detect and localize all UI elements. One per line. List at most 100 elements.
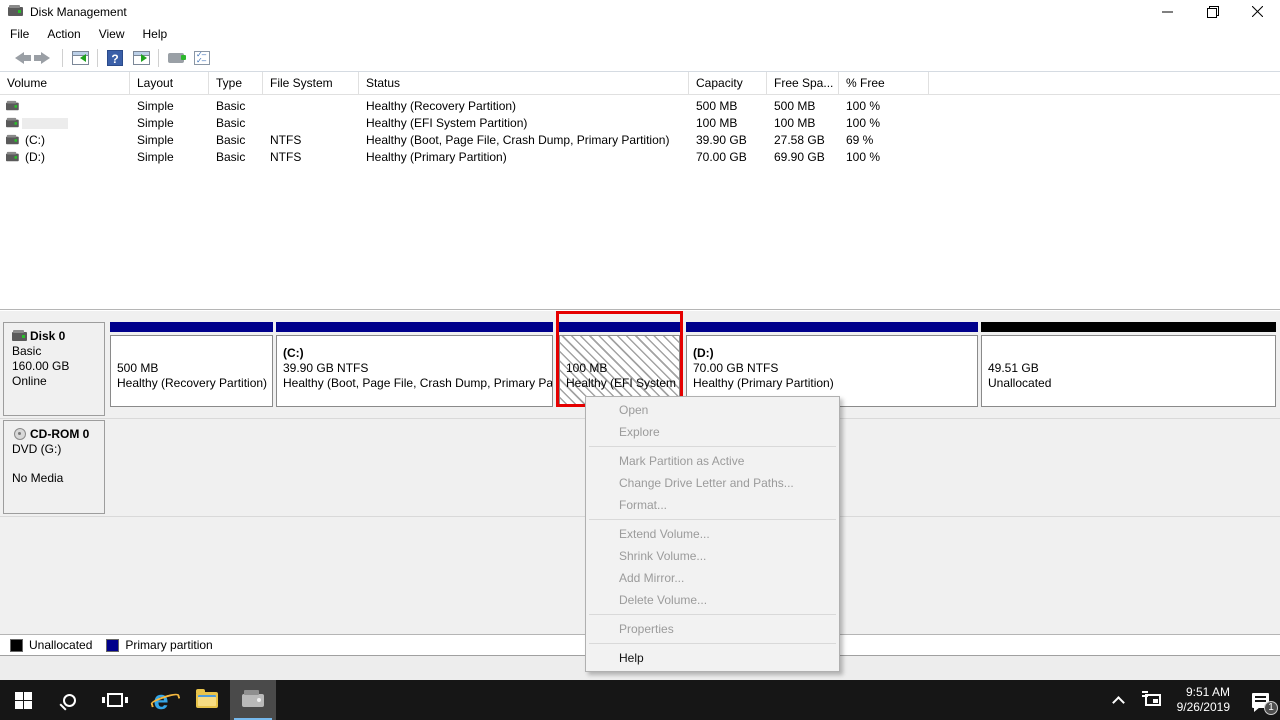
show-hidden-icons-chevron[interactable] [1112, 696, 1125, 709]
table-row[interactable]: Simple Basic Healthy (Recovery Partition… [0, 97, 1280, 114]
menu-item-open[interactable]: Open [586, 399, 839, 421]
menu-item-shrink-volume[interactable]: Shrink Volume... [586, 545, 839, 567]
partition-color-bar [981, 322, 1276, 332]
toolbar-separator [97, 49, 98, 67]
volume-name: (C:) [25, 133, 45, 147]
menu-file[interactable]: File [0, 23, 38, 45]
partition-unallocated[interactable]: 49.51 GB Unallocated [981, 322, 1276, 407]
partition-color-bar [559, 322, 680, 332]
legend-unallocated-label: Unallocated [29, 638, 92, 652]
disk-management-app-icon [8, 5, 23, 17]
properties-button[interactable] [190, 47, 214, 69]
disk0-status: Online [12, 375, 104, 388]
column-header-pctfree[interactable]: % Free [839, 72, 929, 95]
menu-item-help[interactable]: Help [586, 647, 839, 669]
column-header-type[interactable]: Type [209, 72, 263, 95]
menu-help[interactable]: Help [134, 23, 177, 45]
column-header-blank [929, 72, 1280, 95]
properties-icon [194, 51, 210, 65]
restore-button[interactable] [1190, 0, 1235, 23]
restore-icon [1207, 6, 1219, 18]
minimize-icon [1162, 6, 1173, 17]
cdrom-name: CD-ROM 0 [30, 427, 89, 441]
disk0-label-panel[interactable]: Disk 0 Basic 160.00 GB Online [3, 322, 105, 416]
menu-item-extend-volume[interactable]: Extend Volume... [586, 523, 839, 545]
help-button[interactable]: ? [103, 47, 127, 69]
show-console-tree-button[interactable] [68, 47, 92, 69]
clock-date: 9/26/2019 [1177, 700, 1230, 715]
menu-item-add-mirror[interactable]: Add Mirror... [586, 567, 839, 589]
column-header-volume[interactable]: Volume [0, 72, 130, 95]
system-tray: 9:51 AM 9/26/2019 1 [1102, 680, 1280, 720]
action-center-button[interactable]: 1 [1240, 680, 1280, 720]
cdrom-status: No Media [12, 472, 104, 485]
partition-d[interactable]: (D:) 70.00 GB NTFS Healthy (Primary Part… [686, 322, 978, 407]
volume-icon [6, 100, 19, 110]
clock-time: 9:51 AM [1177, 685, 1230, 700]
title-bar: Disk Management [0, 0, 1280, 23]
back-arrow-icon [15, 52, 24, 64]
partition-c[interactable]: (C:) 39.90 GB NTFS Healthy (Boot, Page F… [276, 322, 553, 407]
cdrom-label-panel[interactable]: CD-ROM 0 DVD (G:) No Media [3, 420, 105, 514]
show-action-pane-button[interactable] [129, 47, 153, 69]
table-row[interactable]: (D:) Simple Basic NTFS Healthy (Primary … [0, 148, 1280, 165]
network-icon[interactable] [1145, 694, 1161, 706]
disk-management-taskbar-button[interactable] [230, 680, 276, 720]
legend-primary-swatch [106, 639, 119, 652]
menu-action[interactable]: Action [38, 23, 89, 45]
cdrom-icon [12, 428, 28, 440]
file-explorer-button[interactable] [184, 680, 230, 720]
menu-view[interactable]: View [90, 23, 134, 45]
disk0-type: Basic [12, 345, 104, 358]
disk-tool-icon [168, 53, 184, 63]
column-header-capacity[interactable]: Capacity [689, 72, 767, 95]
taskbar-clock[interactable]: 9:51 AM 9/26/2019 [1171, 685, 1240, 715]
partition-context-menu: Open Explore Mark Partition as Active Ch… [585, 396, 840, 672]
menu-separator [589, 446, 836, 447]
partition-efi-selected[interactable]: 100 MB Healthy (EFI System [559, 322, 680, 407]
volume-icon [6, 117, 19, 127]
search-icon [63, 694, 76, 707]
column-header-filesystem[interactable]: File System [263, 72, 359, 95]
partition-recovery[interactable]: 500 MB Healthy (Recovery Partition) [110, 322, 273, 407]
disk-icon [12, 330, 27, 342]
toolbar-separator [158, 49, 159, 67]
menu-bar: File Action View Help [0, 23, 1280, 45]
legend-primary-label: Primary partition [125, 638, 212, 652]
close-button[interactable] [1235, 0, 1280, 23]
menu-item-change-drive-letter[interactable]: Change Drive Letter and Paths... [586, 472, 839, 494]
taskbar-search-button[interactable] [46, 680, 92, 720]
menu-item-properties[interactable]: Properties [586, 618, 839, 640]
minimize-button[interactable] [1145, 0, 1190, 23]
disk-management-icon [242, 694, 264, 707]
menu-item-format[interactable]: Format... [586, 494, 839, 516]
column-header-status[interactable]: Status [359, 72, 689, 95]
disk0-name: Disk 0 [30, 329, 65, 343]
table-row-selected[interactable]: Simple Basic Healthy (EFI System Partiti… [0, 114, 1280, 131]
volume-name: (D:) [25, 150, 45, 164]
taskbar: e 9:51 AM 9/26/2019 1 [0, 680, 1280, 720]
back-button[interactable] [7, 47, 31, 69]
start-button[interactable] [0, 680, 46, 720]
task-view-button[interactable] [92, 680, 138, 720]
volume-icon [6, 151, 19, 161]
column-header-freespace[interactable]: Free Spa... [767, 72, 839, 95]
legend-unallocated-swatch [10, 639, 23, 652]
table-header: Volume Layout Type File System Status Ca… [0, 72, 1280, 95]
menu-item-explore[interactable]: Explore [586, 421, 839, 443]
refresh-disk-button[interactable] [164, 47, 188, 69]
partition-color-bar [110, 322, 273, 332]
volume-icon [6, 134, 19, 144]
window-title: Disk Management [30, 5, 127, 19]
forward-button[interactable] [33, 47, 57, 69]
action-pane-icon [133, 51, 150, 65]
table-row[interactable]: (C:) Simple Basic NTFS Healthy (Boot, Pa… [0, 131, 1280, 148]
selection-box [22, 118, 68, 129]
menu-item-delete-volume[interactable]: Delete Volume... [586, 589, 839, 611]
internet-explorer-button[interactable]: e [138, 680, 184, 720]
volume-list-pane: Volume Layout Type File System Status Ca… [0, 72, 1280, 310]
column-header-layout[interactable]: Layout [130, 72, 209, 95]
windows-logo-icon [15, 692, 32, 709]
partition-color-bar [276, 322, 553, 332]
menu-item-mark-partition-active[interactable]: Mark Partition as Active [586, 450, 839, 472]
